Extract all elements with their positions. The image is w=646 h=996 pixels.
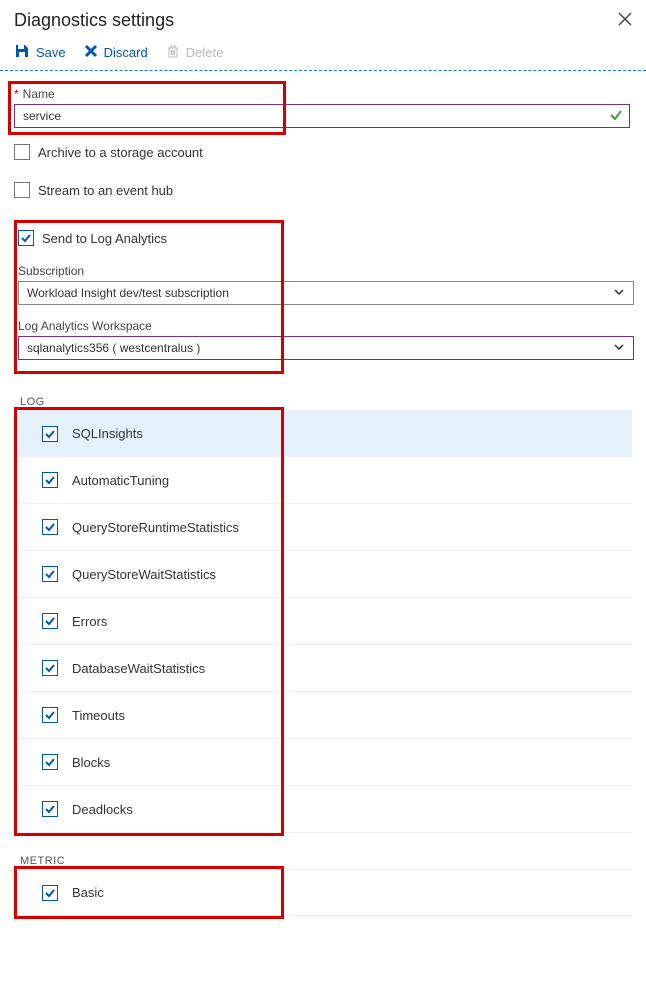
chevron-down-icon [613,341,625,356]
list-item[interactable]: Deadlocks [14,786,632,833]
workspace-value: sqlanalytics356 ( westcentralus ) [27,341,200,355]
page-title: Diagnostics settings [14,10,174,31]
stream-label: Stream to an event hub [38,183,173,198]
trash-icon [166,44,180,61]
stream-checkbox[interactable] [14,182,30,198]
required-star: * [14,87,19,101]
name-label: *Name [14,87,632,101]
name-input[interactable] [21,108,609,124]
send-label: Send to Log Analytics [42,231,167,246]
item-checkbox[interactable] [42,754,58,770]
item-checkbox[interactable] [42,885,58,901]
log-section-label: LOG [20,396,632,408]
discard-button[interactable]: Discard [84,44,148,61]
item-checkbox[interactable] [42,472,58,488]
log-list: SQLInsights AutomaticTuning QueryStoreRunt… [14,410,632,833]
item-label: Basic [72,885,104,900]
item-label: Blocks [72,755,110,770]
list-item[interactable]: Timeouts [14,692,632,739]
list-item[interactable]: DatabaseWaitStatistics [14,645,632,692]
save-button[interactable]: Save [14,43,66,62]
list-item[interactable]: AutomaticTuning [14,457,632,504]
list-item[interactable]: QueryStoreWaitStatistics [14,551,632,598]
item-checkbox[interactable] [42,426,58,442]
archive-label: Archive to a storage account [38,145,203,160]
item-label: Deadlocks [72,802,133,817]
chevron-down-icon [613,286,625,301]
discard-label: Discard [104,45,148,60]
close-icon[interactable] [618,12,632,29]
item-checkbox[interactable] [42,707,58,723]
item-checkbox[interactable] [42,613,58,629]
toolbar: Save Discard Delete [0,37,646,71]
item-checkbox[interactable] [42,660,58,676]
metric-list: Basic [14,869,632,916]
list-item[interactable]: Errors [14,598,632,645]
item-label: Errors [72,614,107,629]
item-checkbox[interactable] [42,801,58,817]
subscription-value: Workload Insight dev/test subscription [27,286,229,300]
metric-section-label: METRIC [20,855,632,867]
delete-label: Delete [186,45,224,60]
workspace-select[interactable]: sqlanalytics356 ( westcentralus ) [18,336,634,360]
item-checkbox[interactable] [42,566,58,582]
check-ok-icon [609,108,623,125]
subscription-label: Subscription [18,264,628,278]
send-checkbox[interactable] [18,230,34,246]
delete-button: Delete [166,44,224,61]
save-icon [14,43,30,62]
item-label: AutomaticTuning [72,473,169,488]
item-label: QueryStoreWaitStatistics [72,567,216,582]
list-item[interactable]: Basic [14,869,632,916]
subscription-select[interactable]: Workload Insight dev/test subscription [18,281,634,305]
archive-checkbox[interactable] [14,144,30,160]
item-label: QueryStoreRuntimeStatistics [72,520,239,535]
item-label: SQLInsights [72,426,143,441]
list-item[interactable]: QueryStoreRuntimeStatistics [14,504,632,551]
item-checkbox[interactable] [42,519,58,535]
item-label: Timeouts [72,708,125,723]
save-label: Save [36,45,66,60]
list-item[interactable]: Blocks [14,739,632,786]
item-label: DatabaseWaitStatistics [72,661,205,676]
workspace-label: Log Analytics Workspace [18,319,628,333]
discard-icon [84,44,98,61]
list-item[interactable]: SQLInsights [14,410,632,457]
